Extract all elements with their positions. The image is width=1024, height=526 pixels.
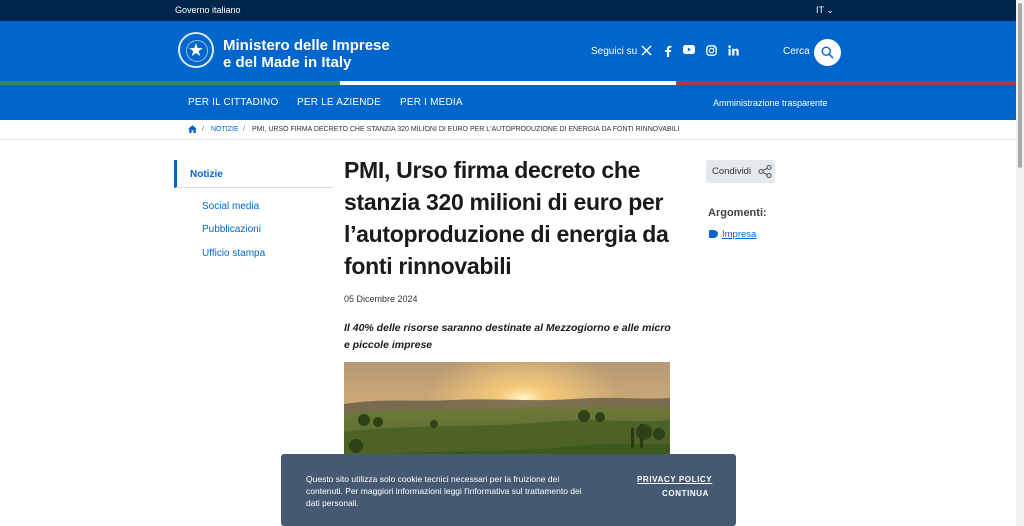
home-icon[interactable] — [188, 125, 197, 135]
republic-emblem-logo[interactable]: ★ — [178, 32, 214, 68]
sidebar-item-social-media[interactable]: Social media — [202, 201, 259, 212]
x-icon[interactable] — [640, 45, 652, 57]
facebook-icon[interactable] — [662, 45, 674, 57]
main-navigation: PER IL CITTADINO PER LE AZIENDE PER I ME… — [0, 85, 1016, 120]
sidebar-item-notizie[interactable]: Notizie — [174, 160, 333, 188]
youtube-icon[interactable] — [683, 45, 695, 57]
cookie-banner: Questo sito utilizza solo cookie tecnici… — [281, 454, 736, 526]
breadcrumb-separator: / — [202, 126, 204, 133]
scrollbar-thumb[interactable] — [1018, 3, 1022, 168]
ministry-name-line1: Ministero delle Imprese — [223, 37, 390, 54]
language-selector[interactable]: IT ⌄ — [816, 5, 834, 16]
share-label: Condividi — [712, 166, 752, 177]
tag-icon — [709, 230, 718, 238]
search-button[interactable] — [814, 39, 841, 66]
cookie-text: Questo sito utilizza solo cookie tecnici… — [306, 474, 582, 508]
privacy-policy-link[interactable]: PRIVACY POLICY — [637, 475, 712, 484]
search-icon — [821, 46, 834, 59]
governo-italiano-link[interactable]: Governo italiano — [175, 5, 241, 15]
page-scrollbar[interactable] — [1016, 0, 1024, 526]
breadcrumb: / NOTIZIE / PMI, URSO FIRMA DECRETO CHE … — [0, 120, 1016, 140]
search-label: Cerca — [783, 46, 810, 57]
breadcrumb-separator: / — [243, 126, 245, 133]
site-header: ★ Ministero delle Imprese e del Made in … — [0, 21, 1016, 81]
topic-tag-label: Impresa — [722, 229, 757, 240]
cookie-continue-button[interactable]: CONTINUA — [662, 489, 709, 498]
share-icon — [758, 165, 772, 178]
nav-per-i-media[interactable]: PER I MEDIA — [400, 97, 463, 108]
instagram-icon[interactable] — [705, 45, 717, 57]
topics-heading: Argomenti: — [708, 207, 767, 219]
article-date: 05 Dicembre 2024 — [344, 294, 418, 304]
ministry-name-line2: e del Made in Italy — [223, 54, 352, 71]
sidebar-item-pubblicazioni[interactable]: Pubblicazioni — [202, 224, 261, 235]
follow-us-label: Seguici su — [591, 46, 638, 57]
breadcrumb-current: PMI, URSO FIRMA DECRETO CHE STANZIA 320 … — [252, 126, 680, 133]
article-subtitle: Il 40% delle risorse saranno destinate a… — [344, 322, 671, 351]
top-bar: Governo italiano IT ⌄ — [0, 0, 1016, 21]
topic-tag-impresa[interactable]: Impresa — [709, 229, 756, 240]
nav-amministrazione-trasparente[interactable]: Amministrazione trasparente — [713, 98, 828, 108]
article-title: PMI, Urso firma decreto che stanzia 320 … — [344, 157, 669, 279]
linkedin-icon[interactable] — [727, 45, 739, 57]
breadcrumb-notizie[interactable]: NOTIZIE — [211, 126, 239, 133]
share-button[interactable]: Condividi — [706, 160, 775, 183]
sidebar-item-ufficio-stampa[interactable]: Ufficio stampa — [202, 248, 265, 259]
nav-per-le-aziende[interactable]: PER LE AZIENDE — [297, 97, 381, 108]
ministry-name[interactable]: Ministero delle Imprese e del Made in It… — [223, 37, 390, 71]
nav-per-il-cittadino[interactable]: PER IL CITTADINO — [188, 97, 278, 108]
sidebar-item-label: Notizie — [190, 169, 223, 180]
